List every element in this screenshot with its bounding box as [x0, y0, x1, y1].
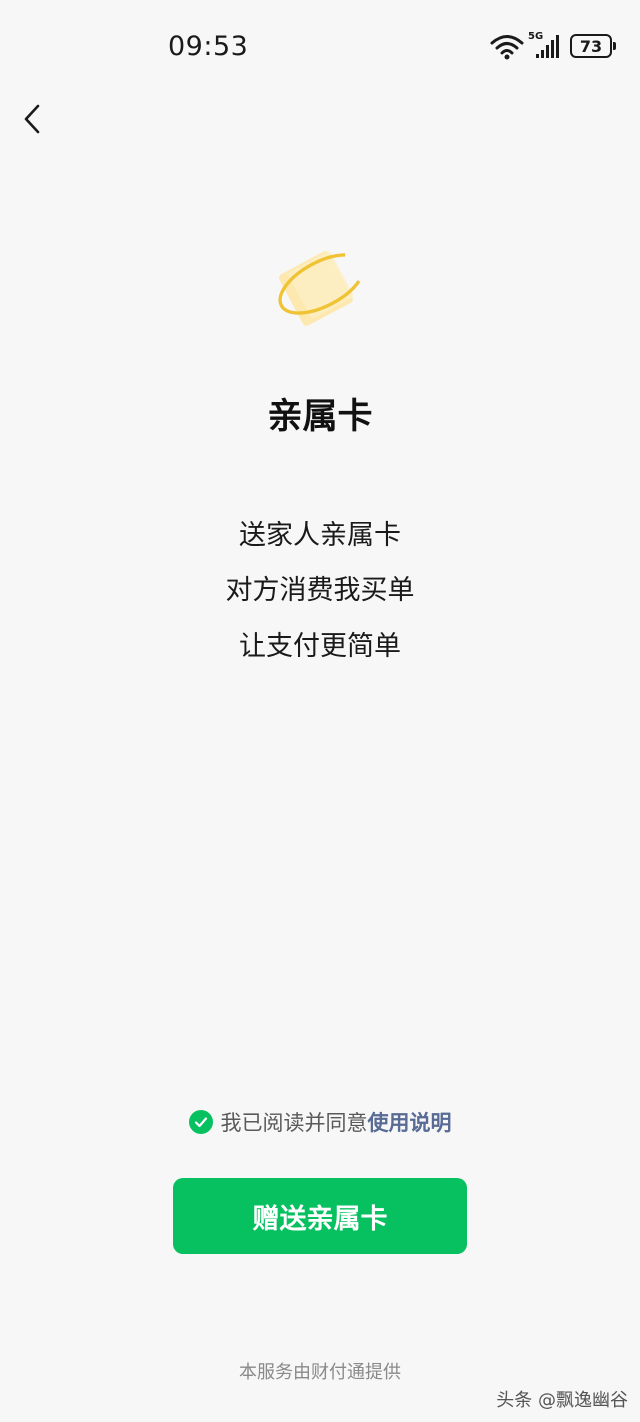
- agreement-row: 我已阅读并同意 使用说明: [0, 1106, 640, 1138]
- back-button[interactable]: [14, 96, 54, 142]
- description-line-2: 对方消费我买单: [225, 575, 415, 606]
- agreement-text: 我已阅读并同意: [220, 1111, 368, 1135]
- gift-family-card-button[interactable]: 赠送亲属卡: [173, 1178, 467, 1254]
- watermark: 头条 @飘逸幽谷: [496, 1390, 628, 1411]
- checkmark-icon: [194, 1117, 207, 1128]
- family-card-icon: [278, 251, 366, 326]
- usage-instructions-link[interactable]: 使用说明: [368, 1107, 452, 1137]
- chevron-left-icon: [24, 104, 40, 134]
- battery-tip: [613, 42, 616, 50]
- description-line-3: 让支付更简单: [239, 631, 401, 662]
- status-time: 09:53: [168, 31, 249, 62]
- page-title: 亲属卡: [267, 397, 373, 437]
- wifi-icon: [490, 35, 524, 60]
- cellular-signal-icon: 5G: [528, 31, 562, 59]
- battery-icon: 73: [570, 34, 612, 58]
- provider-text: 本服务由财付通提供: [239, 1362, 401, 1383]
- agreement-checkbox[interactable]: [188, 1110, 213, 1134]
- status-bar: 09:53 5G 73: [0, 0, 640, 90]
- battery-level: 73: [579, 36, 603, 56]
- description-line-1: 送家人亲属卡: [239, 520, 401, 551]
